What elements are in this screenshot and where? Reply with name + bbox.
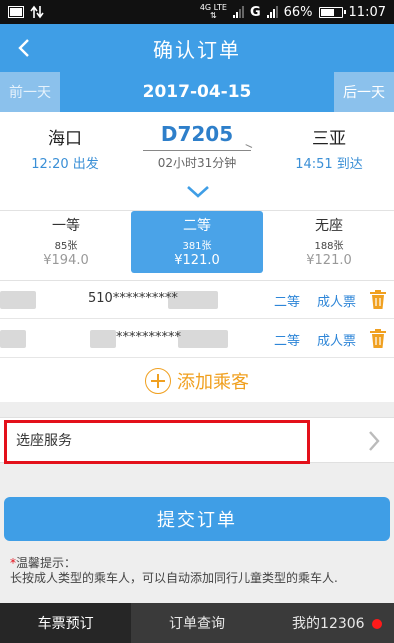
seat-price: ¥194.0 (43, 253, 89, 268)
tab-label: 我的12306 (292, 616, 365, 632)
departure-station-name: 海口 (48, 129, 82, 149)
passenger-id: 510********** (88, 291, 178, 306)
chevron-right-icon (369, 431, 380, 451)
add-passenger-label: 添加乘客 (177, 372, 249, 393)
back-arrow-icon (18, 39, 29, 57)
signal-icon-2 (266, 6, 278, 18)
next-day-button[interactable]: 后一天 (334, 72, 394, 112)
arrival-time: 14:51 到达 (295, 157, 363, 172)
redacted-name (0, 291, 36, 309)
trip-duration: 02小时31分钟 (157, 156, 237, 170)
data-transfer-icon (30, 5, 44, 19)
seat-option-second-class[interactable]: 二等 381张 ¥121.0 (131, 211, 263, 273)
tips: *温馨提示： 长按成人类型的乘车人，可以自动添加同行儿童类型的乘车人. (10, 556, 386, 586)
back-button[interactable] (8, 32, 40, 64)
seat-service-label: 选座服务 (16, 433, 72, 449)
gallery-icon (8, 6, 24, 18)
trash-icon[interactable] (368, 328, 388, 350)
tab-order-query[interactable]: 订单查询 (131, 603, 262, 643)
passenger-row[interactable]: 510********** 二等 成人票 (0, 281, 394, 319)
passenger-id: ********** (116, 330, 181, 345)
seat-class-selector: 一等 85张 ¥194.0 二等 381张 ¥121.0 无座 188张 ¥12… (0, 210, 394, 280)
arrival-station: 三亚 14:51 到达 (274, 124, 384, 172)
redacted-name (0, 330, 26, 348)
title-bar: 确认订单 (0, 24, 394, 72)
seat-price: ¥121.0 (174, 253, 220, 268)
passenger-seat-class[interactable]: 二等 (274, 330, 300, 349)
travel-date[interactable]: 2017-04-15 (143, 82, 252, 102)
tab-label: 车票预订 (37, 616, 94, 632)
arrival-station-name: 三亚 (312, 129, 346, 149)
battery-icon (318, 6, 346, 18)
passenger-list: 510********** 二等 成人票 ********** 二等 成人票 添… (0, 280, 394, 402)
departure-time: 12:20 出发 (31, 157, 99, 172)
redacted-id-part (90, 330, 116, 348)
status-bar: 4G LTE ⇅ G 66% 11:07 (0, 0, 394, 24)
tab-label: 订单查询 (168, 616, 225, 632)
tab-ticket-booking[interactable]: 车票预订 (0, 603, 132, 643)
notification-dot (371, 619, 382, 629)
seat-name: 无座 (315, 218, 343, 234)
network-indicator: 4G LTE ⇅ (199, 3, 227, 20)
tips-title: 温馨提示： (16, 556, 77, 570)
departure-station: 海口 12:20 出发 (10, 124, 120, 172)
passenger-ticket-type[interactable]: 成人票 (317, 330, 356, 349)
expand-stops-button[interactable] (185, 182, 211, 202)
tips-text: 长按成人类型的乘车人，可以自动添加同行儿童类型的乘车人. (10, 571, 338, 585)
train-info-card: 海口 12:20 出发 D7205 02小时31分钟 三亚 14:51 到达 (0, 112, 394, 210)
seat-option-first-class[interactable]: 一等 85张 ¥194.0 (0, 211, 132, 273)
seat-name: 一等 (52, 218, 80, 234)
network-arrows-icon: ⇅ (210, 11, 217, 20)
seat-name: 二等 (183, 218, 211, 234)
redacted-id-part (178, 330, 228, 348)
seat-price: ¥121.0 (306, 253, 352, 268)
signal-icon (232, 6, 244, 18)
route-arrow (143, 150, 251, 151)
submit-order-button[interactable]: 提交订单 (4, 497, 390, 541)
train-number: D7205 (160, 122, 234, 146)
clock: 11:07 (348, 4, 386, 20)
plus-circle-icon (145, 368, 171, 394)
passenger-row[interactable]: ********** 二等 成人票 (0, 320, 394, 358)
carrier-label: G (249, 4, 261, 20)
prev-day-button[interactable]: 前一天 (0, 72, 60, 112)
passenger-ticket-type[interactable]: 成人票 (317, 291, 356, 310)
seat-service-row[interactable]: 选座服务 (0, 417, 394, 464)
tab-my-12306[interactable]: 我的12306 (263, 603, 394, 643)
add-passenger-button[interactable]: 添加乘客 (0, 361, 394, 401)
page-title: 确认订单 (153, 37, 241, 62)
trash-icon[interactable] (368, 289, 388, 311)
seat-count: 188张 (314, 241, 344, 252)
passenger-seat-class[interactable]: 二等 (274, 291, 300, 310)
seat-count: 85张 (54, 241, 78, 252)
bottom-tab-bar: 车票预订 订单查询 我的12306 (0, 603, 394, 643)
battery-percent: 66% (283, 4, 313, 20)
date-bar: 前一天 2017-04-15 后一天 (0, 72, 394, 112)
chevron-down-icon (187, 186, 209, 198)
seat-count: 381张 (182, 241, 212, 252)
seat-option-no-seat[interactable]: 无座 188张 ¥121.0 (263, 211, 394, 273)
